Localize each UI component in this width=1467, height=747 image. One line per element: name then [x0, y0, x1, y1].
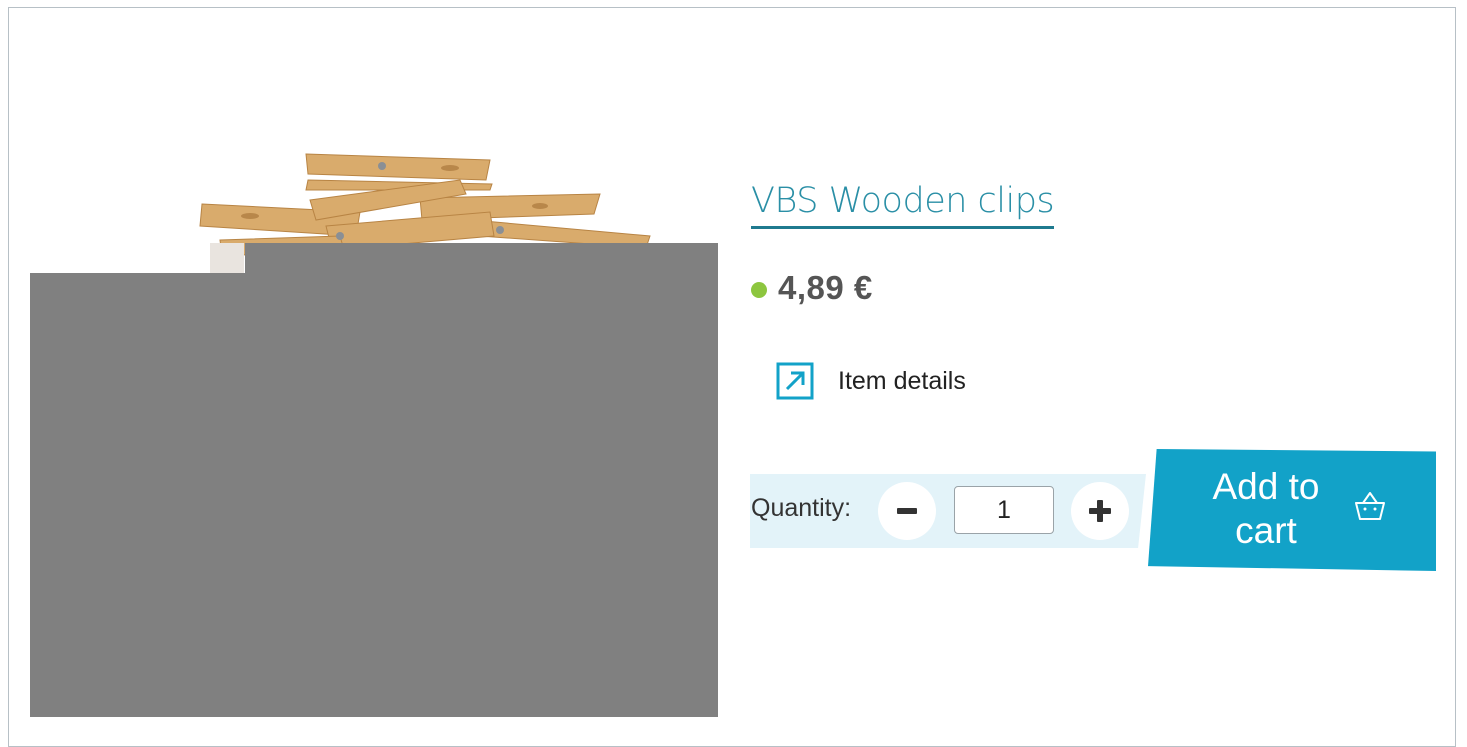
item-details-label: Item details	[838, 366, 966, 395]
quantity-increment-button[interactable]	[1071, 482, 1129, 540]
image-placeholder	[30, 273, 718, 717]
quantity-input[interactable]	[954, 486, 1054, 534]
minus-icon	[897, 508, 917, 514]
shopping-basket-icon	[1355, 492, 1385, 520]
product-title-link[interactable]: VBS Wooden clips	[751, 178, 1055, 229]
plus-icon	[1089, 500, 1111, 522]
quantity-label: Quantity:	[751, 494, 852, 522]
image-label-tag	[210, 243, 244, 273]
quantity-decrement-button[interactable]	[878, 482, 936, 540]
product-price: 4,89 €	[778, 269, 873, 306]
add-to-cart-button[interactable]: Add to cart	[1148, 449, 1436, 571]
product-image[interactable]	[30, 140, 718, 717]
price-row: 4,89 €	[751, 268, 873, 308]
item-details-link[interactable]: Item details	[776, 362, 966, 400]
in-stock-indicator	[751, 282, 767, 298]
add-to-cart-label: Add to cart	[1212, 466, 1320, 551]
external-link-icon	[776, 362, 814, 400]
